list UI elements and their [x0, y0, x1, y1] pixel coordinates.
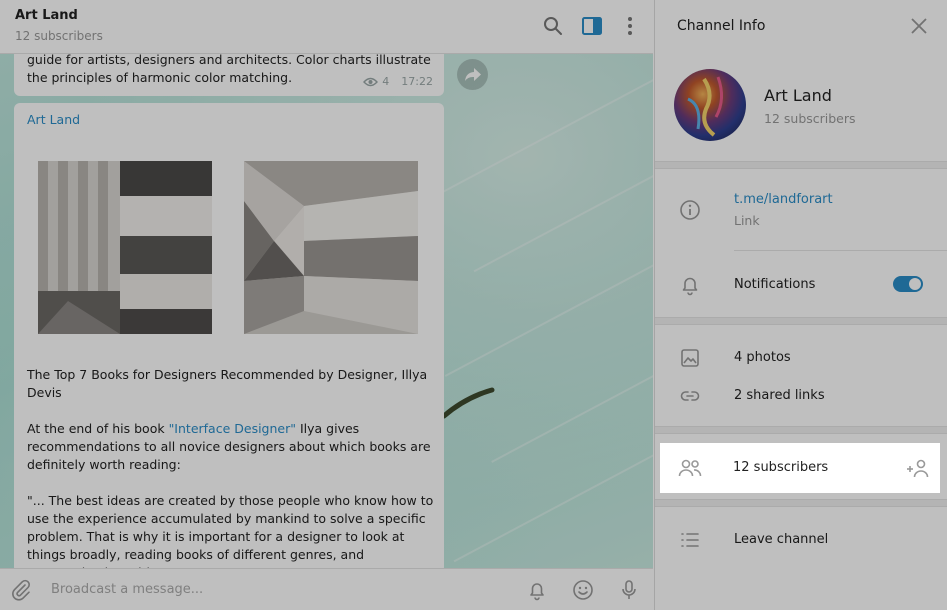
channel-name: Art Land: [764, 86, 832, 105]
emoji-icon[interactable]: [571, 578, 595, 602]
close-icon[interactable]: [909, 16, 929, 36]
bell-icon[interactable]: [525, 578, 549, 602]
attach-icon[interactable]: [9, 578, 33, 602]
sidebar-toggle-icon[interactable]: [580, 14, 604, 38]
shared-links-item[interactable]: 2 shared links: [734, 388, 825, 403]
section-divider: [655, 317, 947, 325]
microphone-icon[interactable]: [617, 578, 641, 602]
link-icon: [680, 391, 700, 401]
photo-striped-sculpture[interactable]: [38, 161, 212, 334]
more-vertical-icon[interactable]: [618, 14, 642, 38]
info-icon: [680, 200, 700, 220]
bell-icon: [682, 277, 698, 296]
message-input[interactable]: Broadcast a message...: [51, 582, 203, 597]
notifications-label: Notifications: [734, 277, 816, 292]
subscribers-label: 12 subscribers: [733, 460, 829, 475]
section-divider: [655, 499, 947, 507]
chat-subtitle: 12 subscribers: [15, 29, 103, 43]
chat-pane: Art Land 12 subscribers guide for artist…: [0, 0, 653, 610]
photo-icon: [681, 349, 699, 367]
avatar[interactable]: [674, 69, 746, 141]
book-link[interactable]: "Interface Designer": [169, 421, 296, 436]
channel-subscriber-count: 12 subscribers: [764, 111, 856, 126]
toggle-knob: [909, 278, 921, 290]
composer: Broadcast a message...: [0, 568, 653, 610]
list-icon: [681, 533, 699, 547]
section-divider: [655, 161, 947, 169]
photos-item[interactable]: 4 photos: [734, 350, 791, 365]
search-icon[interactable]: [541, 14, 565, 38]
message-meta: 4 17:22: [363, 75, 433, 88]
add-user-icon[interactable]: [906, 458, 930, 478]
channel-info-panel: Channel Info Art Land 12 subscribers t.m…: [654, 0, 947, 610]
channel-link[interactable]: t.me/landforart: [734, 192, 833, 207]
text-segment: At the end of his book: [27, 421, 169, 436]
chat-header: Art Land 12 subscribers: [0, 0, 653, 54]
view-count: 4: [382, 75, 390, 88]
subscribers-item[interactable]: 12 subscribers: [660, 443, 940, 493]
share-icon: [465, 68, 481, 81]
eye-icon: [363, 77, 379, 86]
link-label: Link: [734, 213, 760, 228]
message-text: At the end of his book "Interface Design…: [27, 420, 432, 474]
message-author[interactable]: Art Land: [27, 112, 80, 127]
panel-title: Channel Info: [677, 18, 766, 34]
message-time: 17:22: [401, 75, 433, 88]
section-divider: [655, 426, 947, 434]
share-button[interactable]: [457, 59, 488, 90]
photo-folded-paper[interactable]: [244, 161, 418, 334]
millipede-image: [441, 387, 495, 419]
leave-channel-button[interactable]: Leave channel: [734, 532, 828, 547]
message-text: The Top 7 Books for Designers Recommende…: [27, 367, 428, 400]
group-icon: [678, 459, 702, 477]
chat-title[interactable]: Art Land: [15, 8, 78, 23]
message-bubble: Art Land The Top 7 Books for Designers R…: [14, 103, 444, 580]
notifications-toggle[interactable]: [893, 276, 923, 292]
divider: [734, 250, 947, 251]
